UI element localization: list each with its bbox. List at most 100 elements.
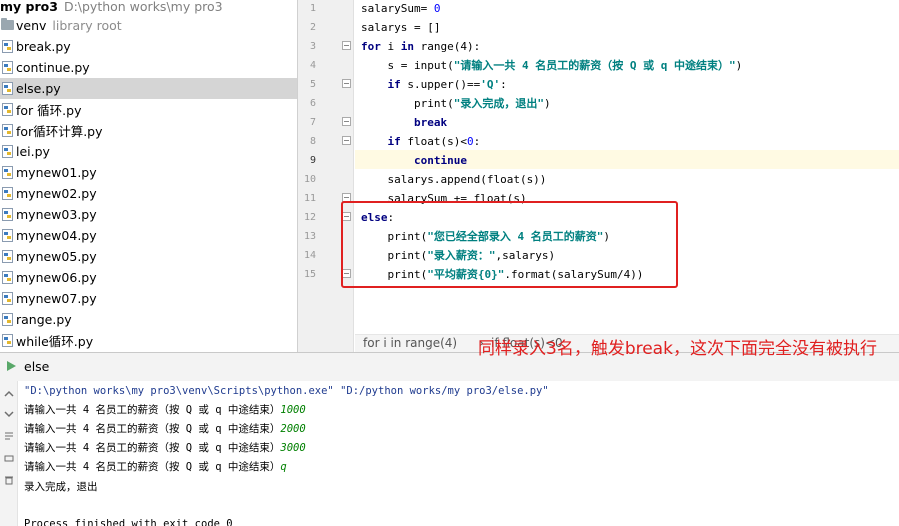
console-command-line: "D:\python works\my pro3\venv\Scripts\py… — [24, 385, 549, 397]
python-file-icon — [2, 250, 13, 263]
code-line-8: if float(s)<0: — [361, 135, 481, 148]
fold-toggle-icon[interactable] — [342, 79, 351, 88]
down-arrow-icon[interactable] — [4, 409, 14, 419]
up-arrow-icon[interactable] — [4, 389, 14, 399]
tree-item-file[interactable]: mynew06.py — [0, 267, 297, 288]
tree-item-label: for循环计算.py — [16, 124, 103, 139]
line-number: 2 — [309, 22, 316, 33]
python-file-icon — [2, 187, 13, 200]
tree-item-label: mynew07.py — [16, 291, 97, 306]
python-file-icon — [2, 82, 13, 95]
tree-item-file[interactable]: continue.py — [0, 57, 297, 78]
tree-item-label: break.py — [16, 39, 71, 54]
python-file-icon — [2, 124, 13, 137]
code-line-10: salarys.append(float(s)) — [361, 173, 547, 186]
python-file-icon — [2, 103, 13, 116]
console-line: 请输入一共 4 名员工的薪资（按 Q 或 q 中途结束）2000 — [24, 423, 306, 435]
console-exit-line: Process finished with exit code 0 — [24, 518, 233, 526]
tree-item-file[interactable]: mynew01.py — [0, 162, 297, 183]
line-number: 11 — [303, 193, 316, 204]
library-root-label: library root — [52, 18, 122, 33]
line-number: 3 — [309, 41, 316, 52]
annotation-text: 同样录入3名，触发break，这次下面完全没有被执行 — [478, 339, 877, 359]
line-number: 15 — [303, 269, 316, 280]
line-number: 6 — [309, 98, 316, 109]
python-file-icon — [2, 145, 13, 158]
tree-item-label: mynew04.py — [16, 228, 97, 243]
python-file-icon — [2, 61, 13, 74]
folder-icon — [1, 18, 14, 30]
breadcrumb-item-for[interactable]: for i in range(4) — [363, 336, 457, 350]
project-path: D:\python works\my pro3 — [63, 0, 223, 14]
project-tree: my pro3 D:\python works\my pro3 venv libr… — [0, 0, 297, 352]
run-toolbar — [0, 381, 18, 526]
tree-item-label: mynew02.py — [16, 186, 97, 201]
code-line-2: salarys = [] — [361, 21, 441, 34]
tree-item-file[interactable]: mynew07.py — [0, 288, 297, 309]
console-line: 录入完成，退出 — [24, 481, 98, 493]
tree-item-label: range.py — [16, 312, 72, 327]
python-file-icon — [2, 229, 13, 242]
tree-item-label: mynew03.py — [16, 207, 97, 222]
line-number: 9 — [309, 155, 316, 166]
line-number: 1 — [309, 3, 316, 14]
python-file-icon — [2, 40, 13, 53]
python-file-icon — [2, 292, 13, 305]
tree-item-file[interactable]: mynew04.py — [0, 225, 297, 246]
line-number: 4 — [309, 60, 316, 71]
tree-item-file[interactable]: mynew03.py — [0, 204, 297, 225]
annotation-highlight-box — [341, 201, 678, 288]
line-number: 8 — [309, 136, 316, 147]
tree-item-label: venv — [16, 18, 47, 33]
code-line-1: salarySum= 0 — [361, 2, 441, 15]
editor-gutter: 1 2 3 4 5 6 7 8 9 10 11 12 13 14 15 — [298, 0, 354, 352]
tree-item-file[interactable]: mynew05.py — [0, 246, 297, 267]
tree-item-label: for 循环.py — [16, 103, 82, 118]
line-number: 14 — [303, 250, 316, 261]
print-icon[interactable] — [4, 453, 14, 463]
line-number: 13 — [303, 231, 316, 242]
tree-item-file-selected[interactable]: else.py — [0, 78, 297, 99]
tree-item-label: lei.py — [16, 144, 50, 159]
tree-item-file[interactable]: while循环.py — [0, 330, 297, 351]
python-file-icon — [2, 313, 13, 326]
code-line-3: for i in range(4): — [361, 40, 481, 53]
tree-item-file[interactable]: break.py — [0, 36, 297, 57]
run-icon — [7, 361, 16, 371]
code-line-7: break — [361, 116, 448, 129]
fold-toggle-icon[interactable] — [342, 117, 351, 126]
run-tab-label[interactable]: else — [24, 359, 49, 374]
python-file-icon — [2, 271, 13, 284]
tree-item-label: continue.py — [16, 60, 90, 75]
tree-item-file[interactable]: range.py — [0, 309, 297, 330]
python-file-icon — [2, 166, 13, 179]
tree-item-file[interactable]: mynew02.py — [0, 183, 297, 204]
tree-item-file[interactable]: for循环计算.py — [0, 120, 297, 141]
code-line-4: s = input("请输入一共 4 名员工的薪资（按 Q 或 q 中途结束）"… — [361, 59, 743, 72]
run-console[interactable]: "D:\python works\my pro3\venv\Scripts\py… — [18, 381, 899, 526]
python-file-icon — [2, 208, 13, 221]
code-line-6: print("录入完成，退出") — [361, 97, 551, 110]
fold-toggle-icon[interactable] — [342, 41, 351, 50]
line-number: 5 — [309, 79, 316, 90]
tree-item-file[interactable]: lei.py — [0, 141, 297, 162]
tree-item-label: else.py — [16, 81, 61, 96]
line-number: 12 — [303, 212, 316, 223]
tree-item-file[interactable]: for 循环.py — [0, 99, 297, 120]
tree-item-venv[interactable]: venv library root — [0, 15, 297, 36]
tree-item-label: mynew05.py — [16, 249, 97, 264]
project-name: my pro3 — [0, 0, 58, 14]
project-root[interactable]: my pro3 D:\python works\my pro3 — [0, 0, 223, 15]
tree-item-label: while循环.py — [16, 334, 94, 349]
line-number: 7 — [309, 117, 316, 128]
console-line: 请输入一共 4 名员工的薪资（按 Q 或 q 中途结束）3000 — [24, 442, 306, 454]
code-line-9: continue — [361, 154, 467, 167]
line-number: 10 — [303, 174, 316, 185]
console-line: 请输入一共 4 名员工的薪资（按 Q 或 q 中途结束）1000 — [24, 404, 306, 416]
tree-item-label: mynew01.py — [16, 165, 97, 180]
python-file-icon — [2, 334, 13, 347]
trash-icon[interactable] — [4, 475, 14, 485]
fold-toggle-icon[interactable] — [342, 136, 351, 145]
code-line-5: if s.upper()=='Q': — [361, 78, 507, 91]
soft-wrap-icon[interactable] — [4, 431, 14, 441]
